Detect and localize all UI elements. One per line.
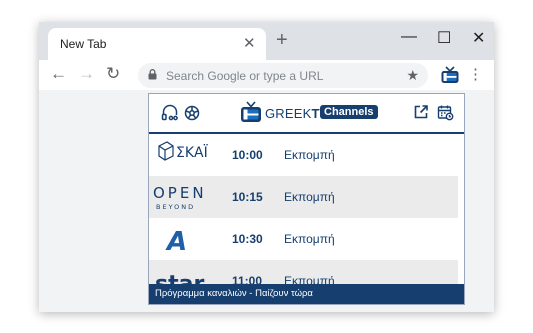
show-time: 10:00 (232, 148, 263, 162)
list-item[interactable]: ΣΚΑΪ 10:00 Εκπομπή (149, 134, 464, 176)
popup-header: GREEKTV Channels (149, 94, 464, 134)
greektv-extension-icon[interactable] (440, 65, 460, 90)
footer-text: Πρόγραμμα καναλιών - Παίζουν τώρα (155, 288, 313, 299)
tab-close-icon[interactable]: ✕ (243, 34, 256, 52)
channel-list[interactable]: ΣΚΑΪ 10:00 Εκπομπή OPEN BEYOND 10:15 Εκπ… (149, 134, 464, 286)
show-time: 10:15 (232, 190, 263, 204)
headphones-icon[interactable] (161, 104, 179, 127)
browser-menu-icon[interactable]: ⋮ (468, 65, 483, 83)
forward-icon[interactable]: → (78, 64, 95, 84)
show-time: 10:30 (232, 232, 263, 246)
open-logo-text: OPEN (153, 184, 207, 202)
beyond-logo-text: BEYOND (156, 203, 195, 211)
tab-title: New Tab (60, 37, 107, 51)
open-beyond-logo: OPEN BEYOND (153, 184, 207, 211)
new-tab-icon[interactable]: + (276, 29, 288, 52)
popup-footer: Πρόγραμμα καναλιών - Παίζουν τώρα (149, 284, 464, 304)
alpha-logo: A (165, 227, 187, 257)
list-item[interactable]: OPEN BEYOND 10:15 Εκπομπή (149, 176, 464, 218)
show-title: Εκπομπή (284, 148, 335, 162)
skai-logo: ΣΚΑΪ (158, 141, 209, 161)
maximize-icon[interactable]: ☐ (437, 28, 451, 48)
skai-logo-text: ΣΚΑΪ (176, 143, 209, 161)
bookmark-star-icon[interactable]: ★ (406, 67, 419, 84)
back-icon[interactable]: ← (50, 64, 67, 84)
reload-icon[interactable]: ↻ (106, 64, 120, 84)
show-title: Εκπομπή (284, 232, 335, 246)
extension-popup: GREEKTV Channels ΣΚΑΪ 10:00 (148, 93, 465, 305)
tab-strip: New Tab ✕ + — ☐ ✕ (39, 22, 494, 60)
omnibox[interactable]: Search Google or type a URL ★ (138, 63, 428, 88)
list-item[interactable]: A 10:30 Εκπομπή (149, 218, 464, 260)
greektv-logo-icon (241, 101, 261, 122)
browser-toolbar: ← → ↻ Search Google or type a URL ★ ⋮ (39, 60, 494, 90)
channels-badge: Channels (320, 105, 378, 119)
list-item[interactable]: star 11:00 Εκπομπή (149, 260, 464, 286)
star-logo: star (155, 272, 204, 286)
brand-name: GREEKTV (265, 106, 328, 121)
close-window-icon[interactable]: ✕ (472, 28, 485, 48)
schedule-calendar-icon[interactable] (437, 104, 454, 126)
omnibox-placeholder: Search Google or type a URL (166, 69, 324, 83)
tab-new-tab[interactable]: New Tab ✕ (48, 28, 266, 60)
minimize-icon[interactable]: — (401, 28, 417, 46)
show-title: Εκπομπή (284, 190, 335, 204)
list-scrollbar[interactable] (458, 134, 464, 286)
settings-icon[interactable] (183, 104, 201, 127)
lock-icon (148, 69, 157, 83)
alpha-logo-text: A (165, 227, 187, 257)
open-external-icon[interactable] (413, 104, 429, 125)
